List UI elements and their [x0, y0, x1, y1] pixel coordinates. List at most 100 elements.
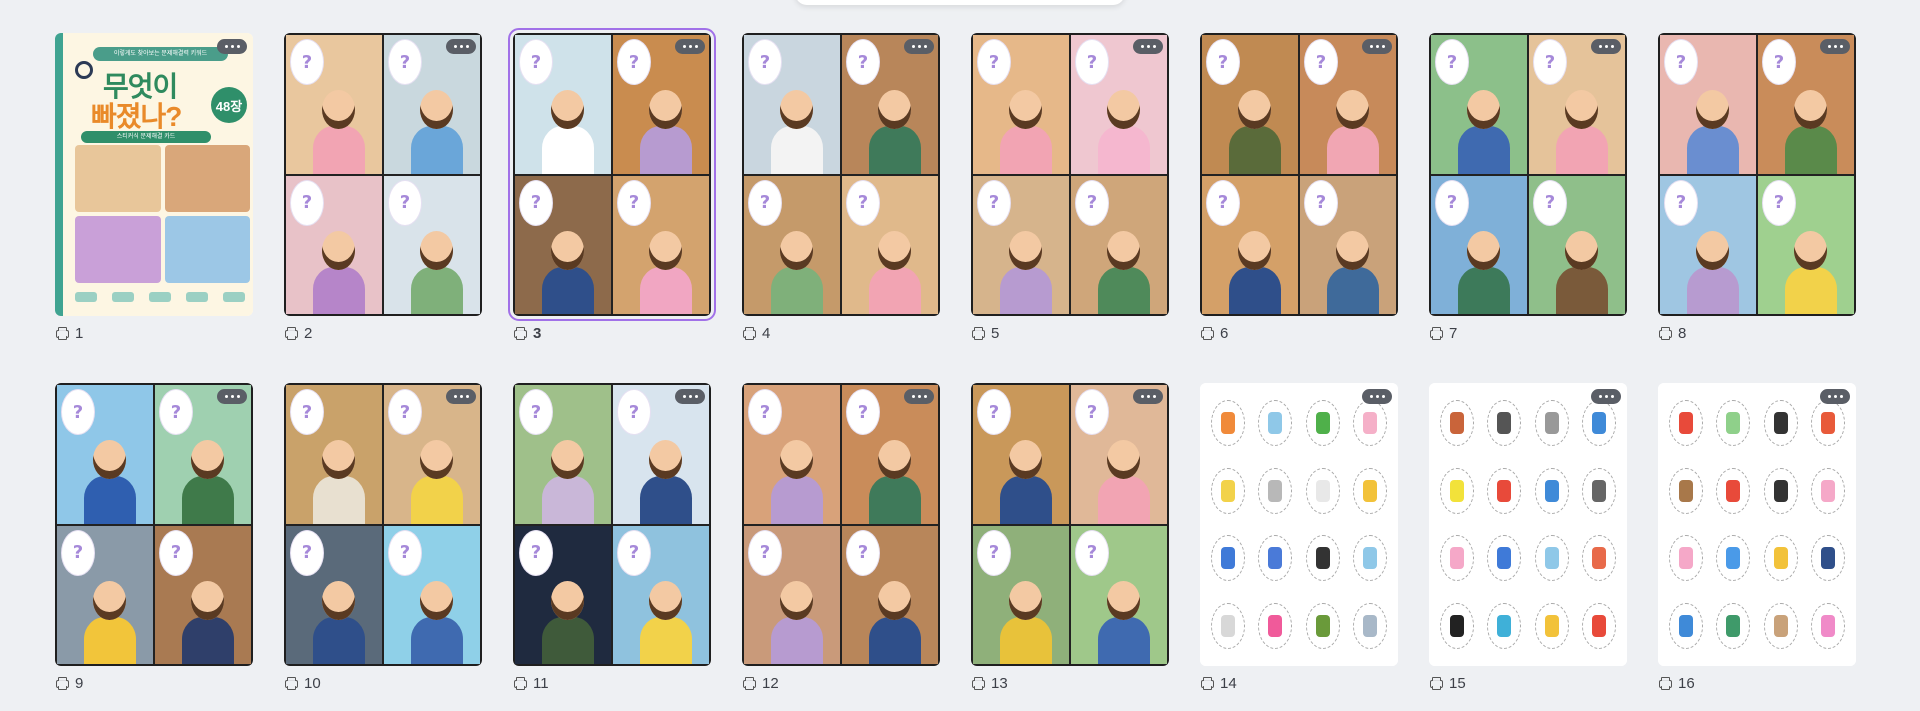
- page-card[interactable]: ???? 3: [508, 28, 716, 343]
- question-bubble-icon: ?: [977, 529, 1011, 576]
- more-options-button[interactable]: [1133, 39, 1163, 54]
- page-thumbnail[interactable]: ????: [742, 383, 940, 666]
- page-thumbnail[interactable]: ????: [742, 33, 940, 316]
- more-options-button[interactable]: [904, 39, 934, 54]
- character-face: [420, 230, 454, 270]
- object-sticker-icon: [1258, 399, 1293, 446]
- object-sticker-icon: [1668, 535, 1703, 582]
- illustration-panel: ?: [384, 35, 480, 174]
- page-thumbnail[interactable]: ????: [1658, 33, 1856, 316]
- illustration-panel: ?: [613, 175, 709, 314]
- more-options-button[interactable]: [446, 389, 476, 404]
- character-face: [1009, 580, 1043, 620]
- object-sticker-icon: [1439, 399, 1474, 446]
- page-number: 10: [304, 674, 321, 692]
- more-options-button[interactable]: [1362, 389, 1392, 404]
- question-bubble-icon: ?: [1762, 179, 1796, 226]
- page-card[interactable]: ???? 9: [55, 383, 253, 693]
- page-card[interactable]: ???? 8: [1658, 33, 1856, 343]
- more-options-button[interactable]: [1591, 389, 1621, 404]
- page-card[interactable]: 16: [1658, 383, 1856, 693]
- more-options-button[interactable]: [1591, 39, 1621, 54]
- page-thumbnail[interactable]: ????: [508, 28, 716, 321]
- more-options-button[interactable]: [1133, 389, 1163, 404]
- question-bubble-icon: ?: [748, 179, 782, 226]
- page-thumbnail[interactable]: ????: [513, 383, 711, 666]
- page-thumbnail[interactable]: ????: [1200, 33, 1398, 316]
- more-options-button[interactable]: [1820, 39, 1850, 54]
- object-sticker-icon: [1668, 603, 1703, 650]
- page-thumbnail[interactable]: ????: [284, 33, 482, 316]
- page-thumbnail[interactable]: ????: [971, 33, 1169, 316]
- page-card[interactable]: 이렇게도 찾아보는 문제해결력 키워드 무엇이 빠졌나? 48장 스티커식 문제해결 카…: [55, 33, 253, 343]
- question-bubble-icon: ?: [846, 179, 880, 226]
- object-sticker-icon: [1258, 467, 1293, 514]
- page-card[interactable]: ???? 13: [971, 383, 1169, 693]
- page-card[interactable]: ???? 10: [284, 383, 482, 693]
- object-sticker-icon: [1716, 535, 1751, 582]
- more-options-button[interactable]: [217, 39, 247, 54]
- character-face: [1794, 230, 1828, 270]
- illustration-panel: ?: [1202, 35, 1298, 174]
- illustration-panel: ?: [286, 385, 382, 524]
- page-thumbnail[interactable]: [1429, 383, 1627, 666]
- page-label: 6: [1200, 324, 1228, 342]
- character-face: [322, 440, 356, 480]
- page-thumbnail[interactable]: ????: [284, 383, 482, 666]
- page-thumbnail[interactable]: 이렇게도 찾아보는 문제해결력 키워드 무엇이 빠졌나? 48장 스티커식 문제해결 카…: [55, 33, 253, 316]
- page-card[interactable]: 14: [1200, 383, 1398, 693]
- question-bubble-icon: ?: [1304, 39, 1338, 85]
- page-card[interactable]: ???? 4: [742, 33, 940, 343]
- page-card[interactable]: ???? 11: [513, 383, 711, 693]
- character-body: [868, 476, 921, 524]
- character-body: [541, 476, 594, 524]
- four-panel-illustration: ????: [742, 33, 940, 316]
- more-options-button[interactable]: [675, 389, 705, 404]
- question-bubble-icon: ?: [977, 179, 1011, 226]
- page-card[interactable]: ???? 12: [742, 383, 940, 693]
- character-face: [1336, 230, 1370, 270]
- character-face: [420, 440, 454, 480]
- question-bubble-icon: ?: [290, 179, 324, 226]
- illustration-panel: ?: [973, 525, 1069, 664]
- question-bubble-icon: ?: [748, 389, 782, 435]
- character-body: [312, 616, 365, 664]
- more-options-button[interactable]: [1820, 389, 1850, 404]
- more-options-button[interactable]: [1362, 39, 1392, 54]
- page-thumbnail[interactable]: ????: [55, 383, 253, 666]
- page-number: 11: [533, 674, 549, 692]
- more-options-button[interactable]: [904, 389, 934, 404]
- page-thumbnail[interactable]: [1658, 383, 1856, 666]
- character-face: [551, 580, 585, 620]
- more-options-button[interactable]: [675, 39, 705, 54]
- character-body: [639, 266, 692, 314]
- four-panel-illustration: ????: [1429, 33, 1627, 316]
- object-sticker-icon: [1811, 399, 1846, 446]
- illustration-panel: ?: [286, 175, 382, 314]
- page-card[interactable]: ???? 7: [1429, 33, 1627, 343]
- more-options-button[interactable]: [446, 39, 476, 54]
- object-sticker-icon: [1582, 399, 1617, 446]
- character-face: [191, 580, 225, 620]
- page-thumbnail[interactable]: [1200, 383, 1398, 666]
- four-panel-illustration: ????: [513, 33, 711, 316]
- page-card[interactable]: 15: [1429, 383, 1627, 693]
- illustration-panel: ?: [973, 385, 1069, 524]
- page-thumbnail[interactable]: ????: [1429, 33, 1627, 316]
- character-face: [1107, 440, 1141, 480]
- character-body: [1097, 266, 1150, 314]
- illustration-panel: ?: [384, 175, 480, 314]
- page-label: 3: [513, 324, 541, 342]
- cover-illustration: [164, 145, 250, 212]
- character-body: [410, 616, 463, 664]
- illustration-panel: ?: [1071, 35, 1167, 174]
- question-bubble-icon: ?: [1075, 529, 1109, 576]
- character-body: [1228, 126, 1281, 174]
- page-card[interactable]: ???? 5: [971, 33, 1169, 343]
- page-number: 7: [1449, 324, 1458, 342]
- page-card[interactable]: ???? 6: [1200, 33, 1398, 343]
- more-options-button[interactable]: [217, 389, 247, 404]
- page-card[interactable]: ???? 2: [284, 33, 482, 343]
- illustration-panel: ?: [57, 385, 153, 524]
- page-thumbnail[interactable]: ????: [971, 383, 1169, 666]
